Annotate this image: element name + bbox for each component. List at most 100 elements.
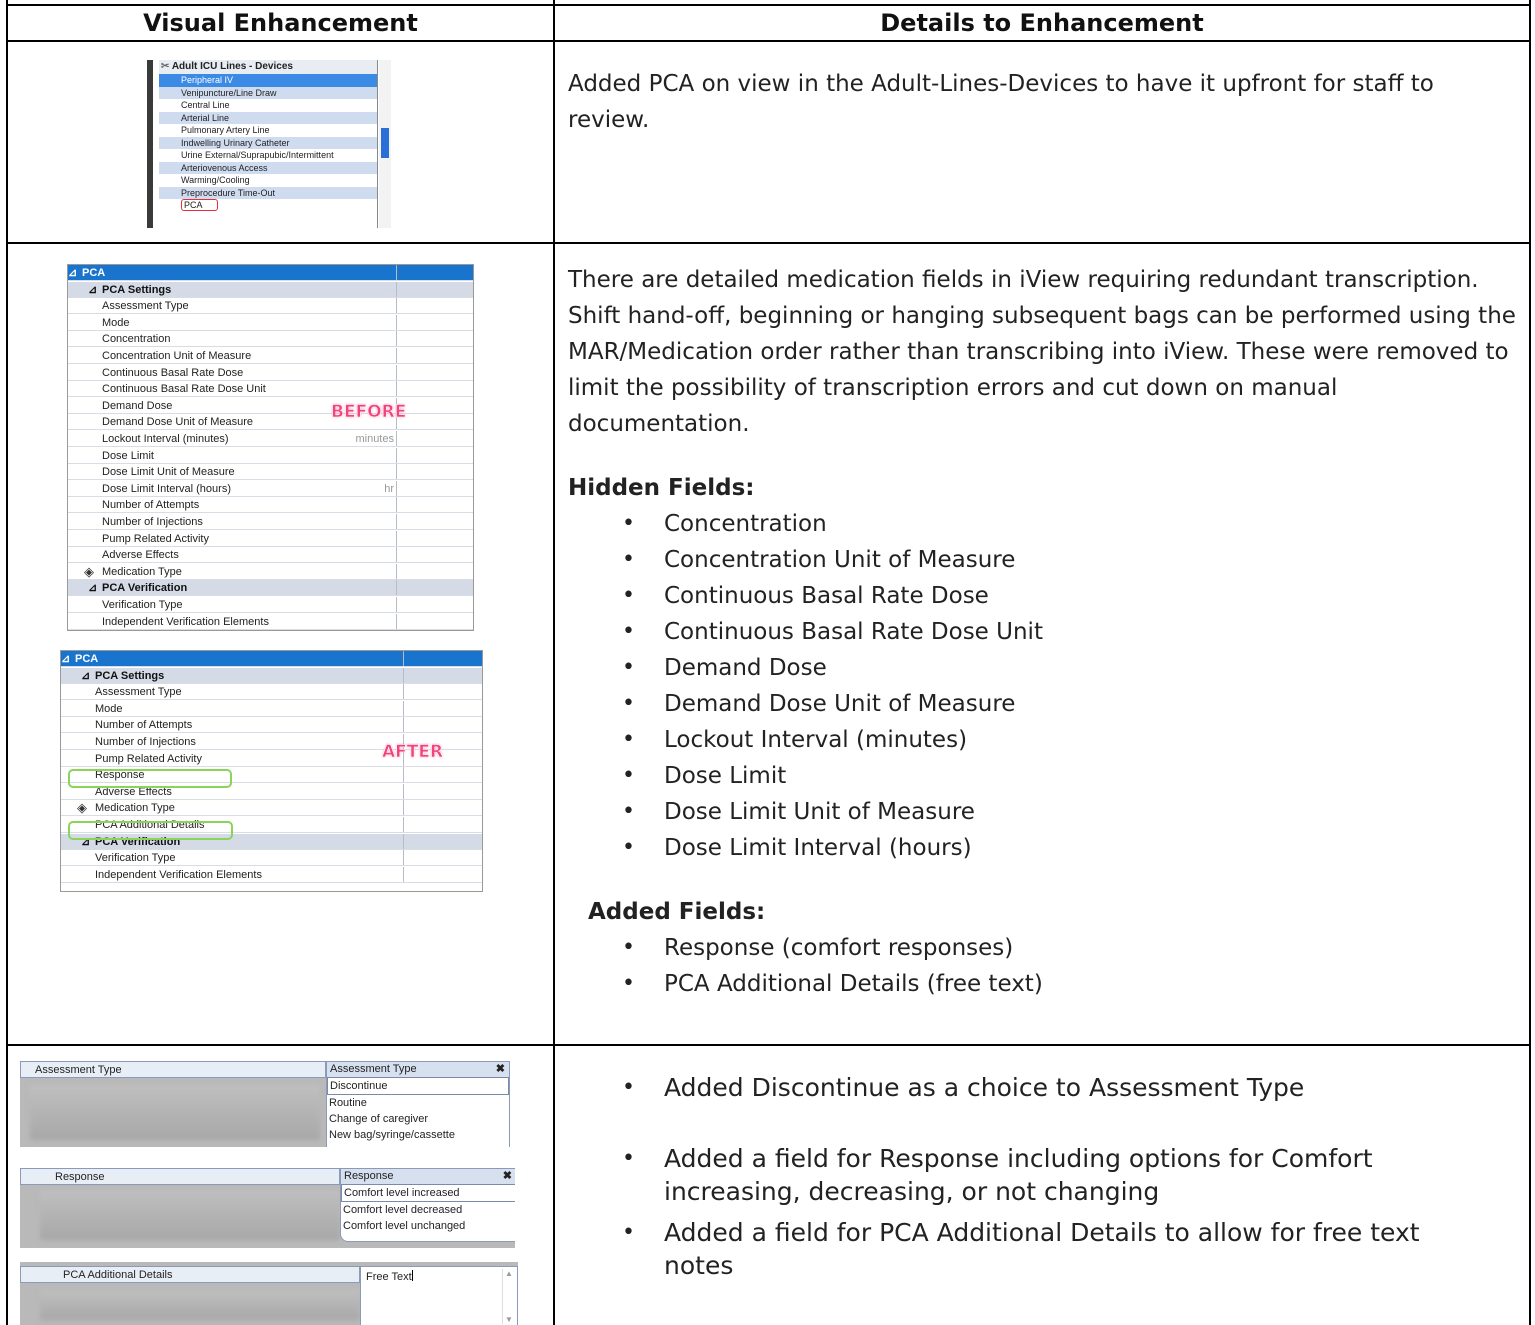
tree-row[interactable]: ⊿ PCA [68,265,473,281]
dropdown-option[interactable]: Discontinue [327,1077,509,1095]
tree-row[interactable]: Number of Attempts [61,717,482,734]
value-column[interactable] [396,331,397,347]
value-column[interactable] [403,850,404,866]
value-column[interactable] [396,281,397,297]
value-column[interactable] [403,833,404,849]
tree-row[interactable]: Assessment Type [68,298,473,315]
collapse-triangle-icon[interactable]: ⊿ [68,265,77,281]
dropdown-option[interactable]: Comfort level decreased [341,1202,515,1218]
tree-row[interactable]: Independent Verification Elements [68,613,473,630]
value-column[interactable] [396,298,397,314]
collapse-triangle-icon[interactable]: ⊿ [61,651,70,667]
tree-row[interactable]: Number of Injections [68,514,473,530]
value-column[interactable] [396,265,397,280]
dropdown-option[interactable]: Comfort level increased [341,1184,515,1202]
device-list-item[interactable]: Preprocedure Time-Out [159,186,377,199]
dropdown-option[interactable]: Routine [327,1095,509,1111]
dropdown-option[interactable]: Change of caregiver [327,1111,509,1127]
collapse-triangle-icon[interactable]: ⊿ [88,580,97,596]
value-column[interactable] [403,800,404,816]
device-list-item[interactable]: Central Line [159,99,377,112]
device-list-item[interactable]: Pulmonary Artery Line [159,124,377,137]
close-icon[interactable]: ✖ [503,1169,512,1184]
value-column[interactable] [396,381,397,397]
device-list-item[interactable]: Urine External/Suprapubic/Intermittent [159,149,377,162]
value-column[interactable] [396,348,397,363]
value-column[interactable] [403,651,404,666]
tree-row[interactable]: Pump Related Activity [68,530,473,547]
value-column[interactable] [396,314,397,330]
scroll-up-icon[interactable]: ▲ [503,1269,515,1278]
pca-details-screenshot: PCA Additional Details Free Text ▲ ▼ [20,1262,518,1325]
value-column[interactable] [396,597,397,612]
value-column[interactable] [403,717,404,733]
dropdown-option[interactable]: New bag/syringe/cassette [327,1127,509,1143]
value-column[interactable] [396,563,397,579]
tree-row[interactable]: Mode [61,700,482,717]
value-column[interactable] [403,817,404,832]
tree-row[interactable]: Lockout Interval (minutes) minutes [68,431,473,447]
tree-row[interactable]: Assessment Type [61,684,482,701]
value-column[interactable] [403,667,404,683]
tree-row[interactable]: Demand Dose [68,397,473,414]
device-list-item[interactable]: Indwelling Urinary Catheter [159,136,377,149]
tree-row[interactable]: ⊿ PCA [61,651,482,667]
device-list-item[interactable]: Warming/Cooling [159,174,377,187]
device-list-item[interactable]: PCA [159,199,377,212]
tree-row[interactable]: ⊿ PCA Settings [61,667,482,684]
tree-row[interactable]: ◈ Medication Type [68,563,473,580]
tree-row[interactable]: Mode [68,314,473,331]
scroll-down-icon[interactable]: ▼ [503,1315,515,1324]
tree-row-label: Medication Type [102,565,182,578]
tree-row[interactable]: ⊿ PCA Settings [68,281,473,298]
tree-row[interactable]: Dose Limit Unit of Measure [68,464,473,481]
tree-row[interactable]: Verification Type [61,850,482,867]
tree-row[interactable]: Concentration Unit of Measure [68,348,473,364]
tree-row[interactable]: Verification Type [68,597,473,613]
value-column[interactable] [403,767,404,783]
value-column[interactable] [396,447,397,463]
value-column[interactable] [396,497,397,513]
tree-row-label: Independent Verification Elements [95,868,262,881]
row3-bullet: Added a field for Response including opt… [622,1142,1494,1208]
device-list-item[interactable]: Peripheral IV [159,74,377,87]
collapse-triangle-icon[interactable]: ⊿ [88,282,97,298]
free-text-scrollbar[interactable]: ▲ ▼ [502,1269,515,1324]
tree-row[interactable]: Demand Dose Unit of Measure [68,414,473,431]
device-list-item[interactable]: Arterial Line [159,111,377,124]
tree-row[interactable]: ◈ Medication Type [61,800,482,817]
value-column[interactable] [396,514,397,529]
close-icon[interactable]: ✖ [496,1062,505,1077]
tree-row[interactable]: Dose Limit [68,447,473,464]
value-column[interactable] [403,684,404,700]
value-column[interactable] [396,480,397,496]
value-column[interactable] [396,431,397,446]
dropdown-option[interactable]: Comfort level unchanged [341,1218,515,1234]
value-column[interactable] [396,464,397,480]
assessment-type-dropdown[interactable]: Assessment Type ✖ Discontinue Routine Chan… [326,1061,510,1147]
hidden-field-item: Continuous Basal Rate Dose [622,578,1518,614]
device-list-item[interactable]: Arteriovenous Access [159,161,377,174]
collapse-triangle-icon[interactable]: ⊿ [81,668,90,684]
value-column[interactable] [403,700,404,716]
tree-row[interactable]: ⊿ PCA Verification [68,580,473,597]
tree-row[interactable]: Number of Attempts [68,497,473,514]
value-column[interactable] [396,580,397,596]
response-dropdown[interactable]: Response ✖ Comfort level increased Comfor… [340,1168,515,1242]
value-column[interactable] [396,613,397,629]
tree-row[interactable]: Continuous Basal Rate Dose Unit [68,381,473,398]
value-column[interactable] [396,364,397,380]
value-column[interactable] [403,866,404,882]
device-list-item[interactable]: Venipuncture/Line Draw [159,86,377,99]
tree-row[interactable]: Adverse Effects [68,547,473,564]
row2-details: There are detailed medication fields in … [568,262,1518,1002]
tree-row[interactable]: Concentration [68,331,473,348]
free-text-box[interactable]: Free Text ▲ ▼ [360,1266,518,1325]
value-column[interactable] [396,530,397,546]
value-column[interactable] [396,547,397,563]
tree-row[interactable]: Independent Verification Elements [61,866,482,883]
value-column[interactable] [403,783,404,799]
column-divider [553,0,555,1325]
tree-row[interactable]: Dose Limit Interval (hours) hr [68,480,473,497]
tree-row[interactable]: Continuous Basal Rate Dose [68,364,473,381]
